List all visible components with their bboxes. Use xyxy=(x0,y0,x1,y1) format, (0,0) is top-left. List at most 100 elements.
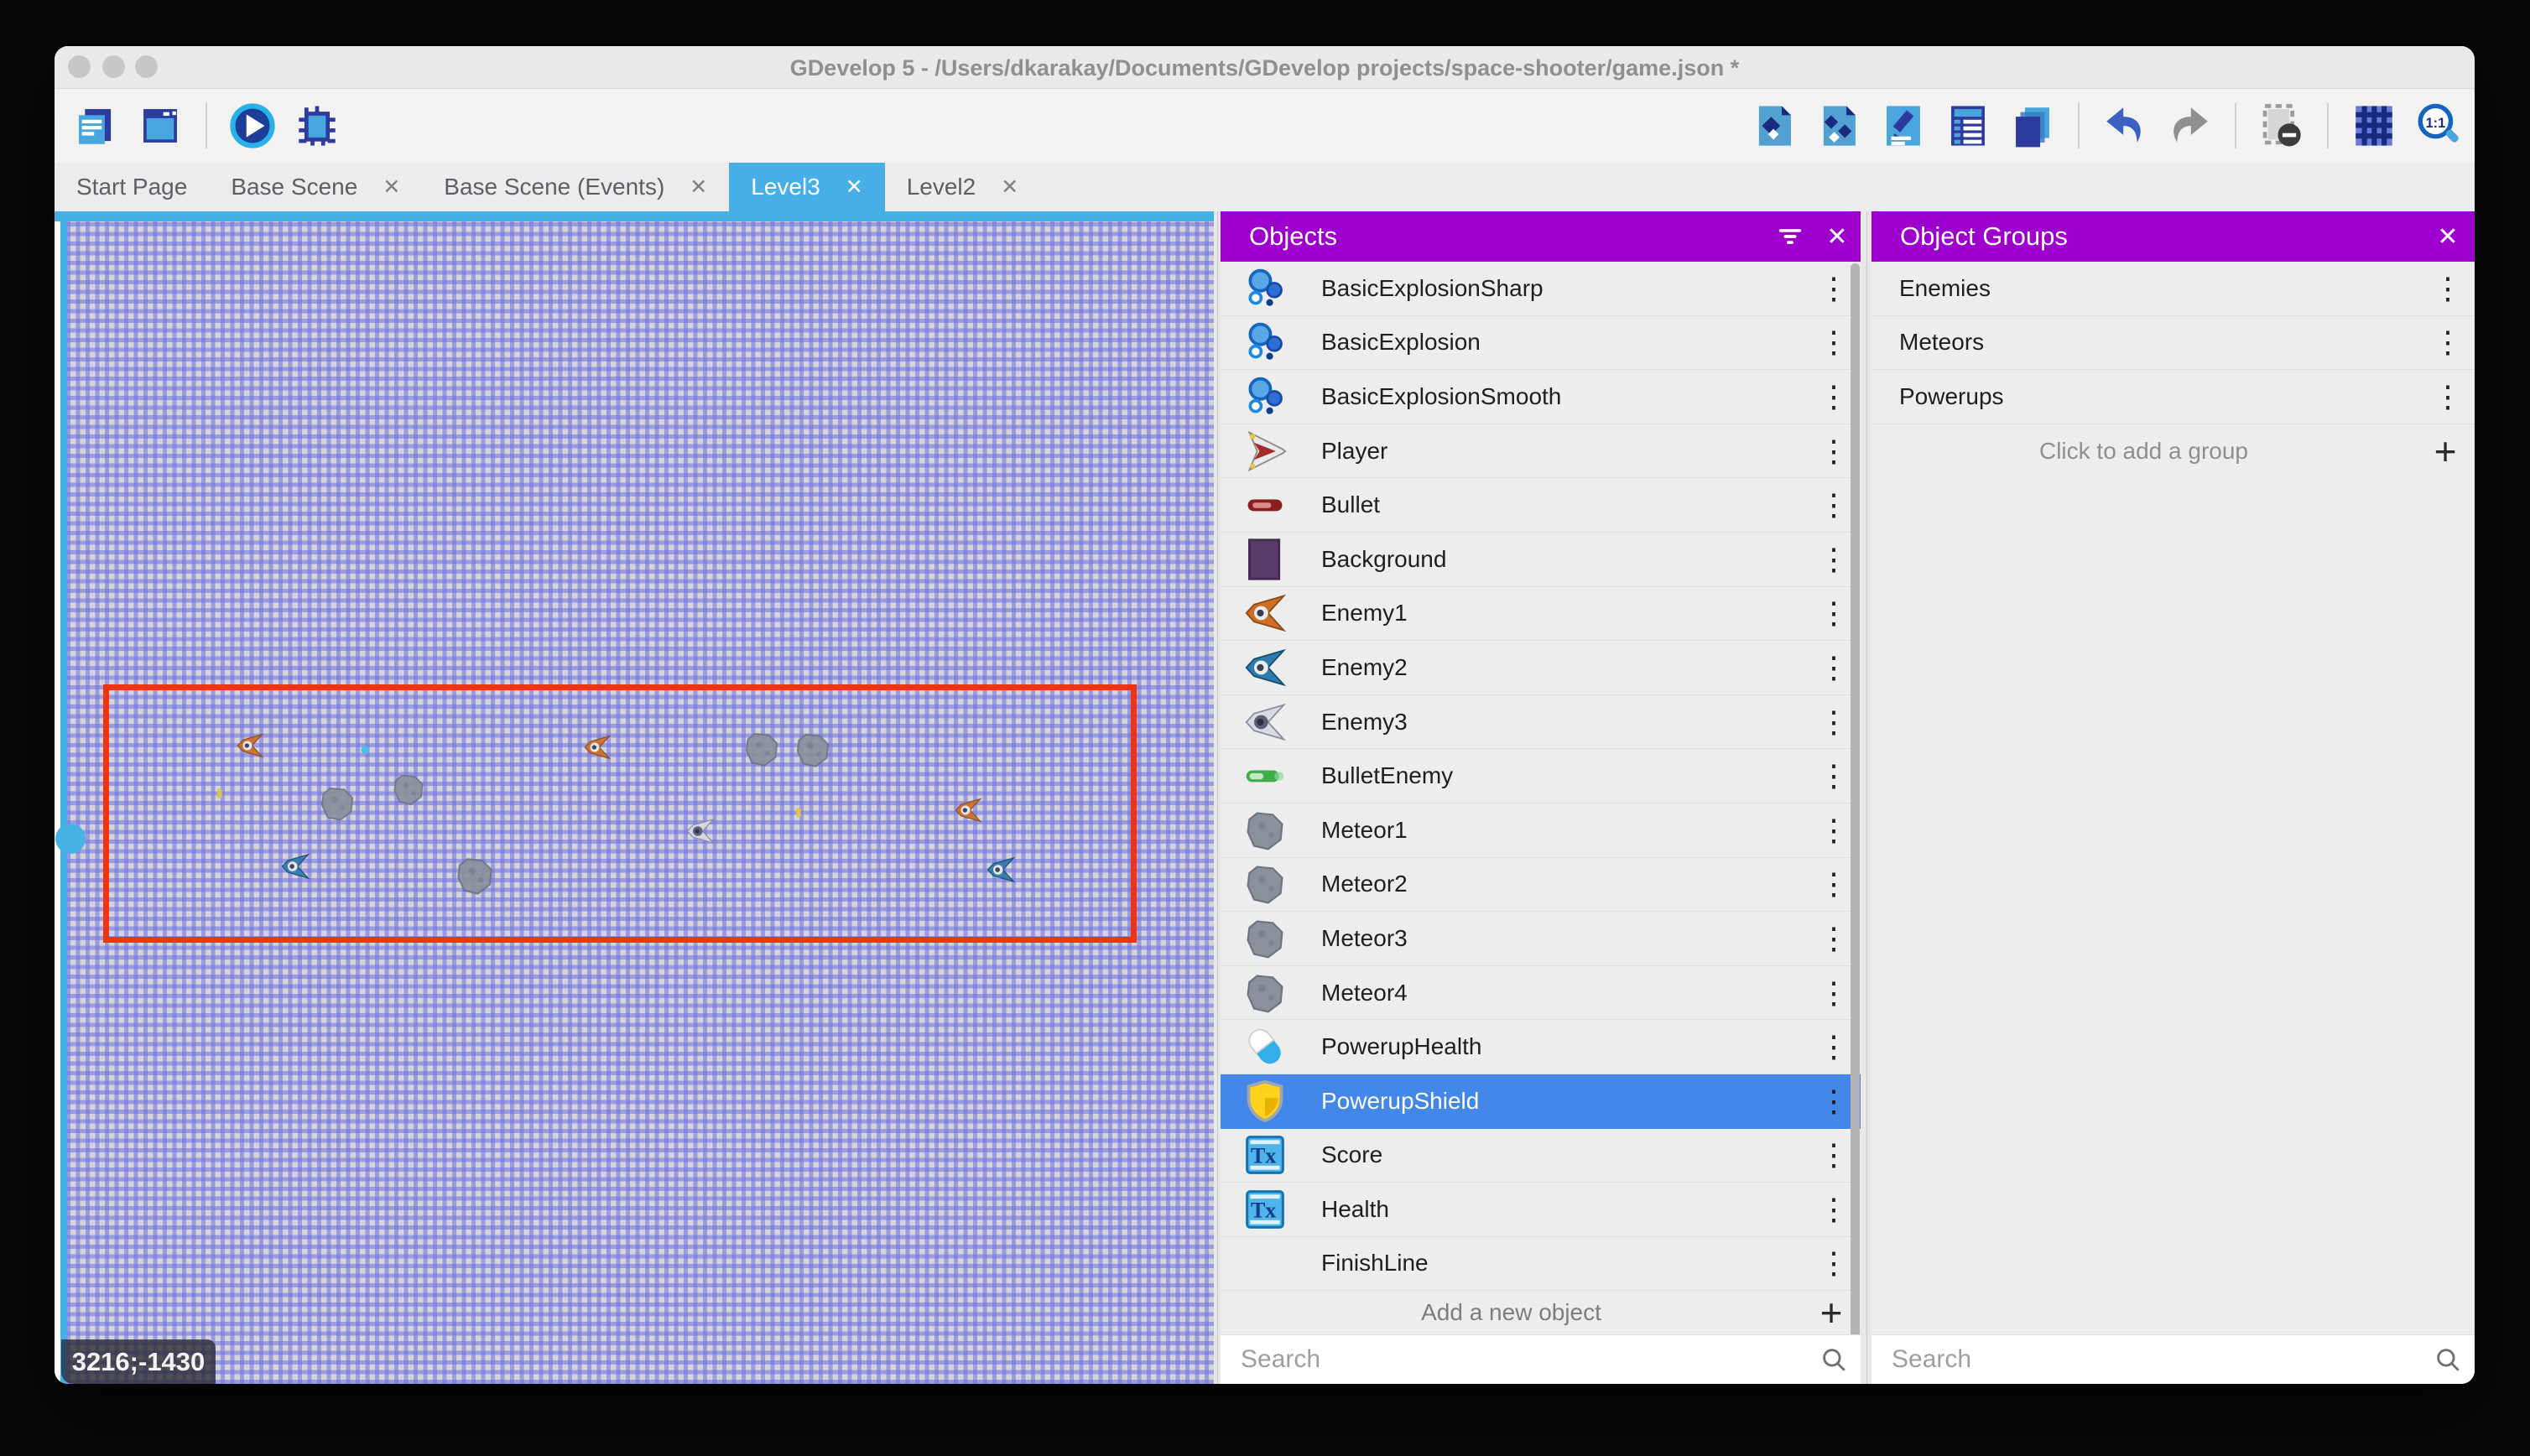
enemy1-sprite-icon xyxy=(583,733,612,762)
object-row-Meteor4[interactable]: Meteor4⋮ xyxy=(1221,966,1861,1021)
sprite-dot-cyan[interactable] xyxy=(361,743,369,751)
group-row-Enemies[interactable]: Enemies⋮ xyxy=(1871,262,2475,316)
tab-level2[interactable]: Level2✕ xyxy=(885,163,1040,211)
play-preview-button[interactable] xyxy=(226,100,279,152)
object-row-Background[interactable]: Background⋮ xyxy=(1221,533,1861,587)
tab-level3[interactable]: Level3✕ xyxy=(729,163,884,211)
objects-panel-scrollbar-thumb[interactable] xyxy=(1851,263,1860,1352)
meteor-icon xyxy=(1242,916,1288,961)
objects-search-input[interactable] xyxy=(1239,1344,1807,1375)
group-row-Powerups[interactable]: Powerups⋮ xyxy=(1871,370,2475,424)
scene-editor-canvas[interactable]: 3216;-1430 xyxy=(55,211,1214,1384)
object-row-Meteor3[interactable]: Meteor3⋮ xyxy=(1221,912,1861,966)
sprite-meteor[interactable] xyxy=(794,731,832,769)
canvas-panel-divider[interactable] xyxy=(1214,211,1221,1384)
properties-button[interactable] xyxy=(1877,100,1929,152)
object-row-BasicExplosionSmooth[interactable]: BasicExplosionSmooth⋮ xyxy=(1221,370,1861,424)
object-row-Enemy2[interactable]: Enemy2⋮ xyxy=(1221,641,1861,695)
sprite-enemy3[interactable] xyxy=(685,816,716,846)
tab-close-button[interactable]: ✕ xyxy=(383,174,400,200)
tab-label: Base Scene (Events) xyxy=(444,174,664,200)
window-mask-button[interactable] xyxy=(2256,100,2308,152)
redo-button[interactable] xyxy=(2163,100,2215,152)
objects-search-bar xyxy=(1221,1334,1861,1384)
open-window-icon xyxy=(136,101,185,150)
sprite-meteor[interactable] xyxy=(742,730,781,768)
objects-panel-title: Objects xyxy=(1249,221,1767,252)
object-row-BulletEnemy[interactable]: BulletEnemy⋮ xyxy=(1221,749,1861,803)
bullet-enemy-icon xyxy=(1242,753,1288,798)
sprite-enemy1[interactable] xyxy=(954,796,982,824)
tab-start-page[interactable]: Start Page xyxy=(55,163,209,211)
sprite-enemy1[interactable] xyxy=(236,731,264,760)
sprite-enemy2[interactable] xyxy=(986,855,1016,885)
instances-list-button[interactable] xyxy=(1942,100,1994,152)
debug-button[interactable] xyxy=(291,100,343,152)
object-groups-editor-button[interactable] xyxy=(1813,100,1865,152)
tab-label: Base Scene xyxy=(231,174,357,200)
object-row-BasicExplosion[interactable]: BasicExplosion⋮ xyxy=(1221,316,1861,371)
object-row-BasicExplosionSharp[interactable]: BasicExplosionSharp⋮ xyxy=(1221,262,1861,316)
meteor-sprite-icon xyxy=(454,855,496,897)
properties-icon xyxy=(1879,101,1928,150)
object-row-Health[interactable]: TxHealth⋮ xyxy=(1221,1183,1861,1237)
groups-search-input[interactable] xyxy=(1890,1344,2421,1375)
undo-icon xyxy=(2101,101,2149,150)
objects-editor-button[interactable] xyxy=(1748,100,1800,152)
tab-base-scene[interactable]: Base Scene ✕ xyxy=(209,163,422,211)
add-group-button[interactable]: Click to add a group+ xyxy=(1871,424,2475,478)
object-row-Meteor2[interactable]: Meteor2⋮ xyxy=(1221,858,1861,913)
meteor-sprite-icon xyxy=(391,772,426,807)
tab-close-button[interactable]: ✕ xyxy=(846,174,863,200)
tab-base-scene-events-[interactable]: Base Scene (Events) ✕ xyxy=(422,163,729,211)
canvas-vertical-scrollbar-thumb[interactable] xyxy=(55,824,86,854)
group-row-Meteors[interactable]: Meteors⋮ xyxy=(1871,316,2475,371)
layers-editor-button[interactable] xyxy=(2007,100,2059,152)
group-menu-button[interactable]: ⋮ xyxy=(2421,271,2475,306)
object-name: Meteor4 xyxy=(1321,980,1807,1006)
object-name: BasicExplosionSmooth xyxy=(1321,383,1807,410)
sprite-enemy2[interactable] xyxy=(280,851,310,881)
svg-text:1:1: 1:1 xyxy=(2426,116,2446,131)
object-row-Score[interactable]: TxScore⋮ xyxy=(1221,1129,1861,1183)
sprite-meteor[interactable] xyxy=(318,784,357,823)
filter-icon[interactable] xyxy=(1767,213,1814,260)
tab-close-button[interactable]: ✕ xyxy=(690,174,707,200)
group-menu-button[interactable]: ⋮ xyxy=(2421,379,2475,414)
tab-label: Start Page xyxy=(76,174,187,200)
open-window-button[interactable] xyxy=(134,100,186,152)
sprite-dot-yellow[interactable] xyxy=(794,808,804,819)
sprite-meteor[interactable] xyxy=(454,855,496,897)
object-name: Enemy3 xyxy=(1321,709,1807,736)
object-row-FinishLine[interactable]: FinishLine⋮ xyxy=(1221,1237,1861,1292)
panels-divider[interactable] xyxy=(1861,211,1871,1384)
undo-button[interactable] xyxy=(2099,100,2151,152)
object-name: Enemy2 xyxy=(1321,654,1807,681)
canvas-horizontal-scrollbar[interactable] xyxy=(55,211,1214,221)
toggle-grid-button[interactable] xyxy=(2348,100,2400,152)
object-row-PowerupShield[interactable]: PowerupShield⋮ xyxy=(1221,1074,1861,1129)
sprite-dot-yellow[interactable] xyxy=(215,788,226,799)
object-row-Enemy1[interactable]: Enemy1⋮ xyxy=(1221,587,1861,642)
object-row-Bullet[interactable]: Bullet⋮ xyxy=(1221,478,1861,533)
group-name: Meteors xyxy=(1899,329,2421,356)
object-row-Player[interactable]: Player⋮ xyxy=(1221,424,1861,479)
tab-close-button[interactable]: ✕ xyxy=(1001,174,1018,200)
zoom-1-1-button[interactable]: 1:1 xyxy=(2413,100,2465,152)
object-row-Enemy3[interactable]: Enemy3⋮ xyxy=(1221,695,1861,750)
close-icon[interactable]: ✕ xyxy=(2424,213,2471,260)
add-new-object-button[interactable]: Add a new object+ xyxy=(1221,1291,1861,1334)
meteor-sprite-icon xyxy=(318,784,357,823)
object-row-Meteor1[interactable]: Meteor1⋮ xyxy=(1221,803,1861,858)
objects-panel-header: Objects ✕ xyxy=(1221,211,1861,262)
project-manager-button[interactable] xyxy=(70,100,122,152)
group-menu-button[interactable]: ⋮ xyxy=(2421,325,2475,360)
sprite-meteor[interactable] xyxy=(391,772,426,807)
toolbar-divider xyxy=(206,103,207,148)
object-row-PowerupHealth[interactable]: PowerupHealth⋮ xyxy=(1221,1020,1861,1074)
project-manager-icon xyxy=(71,101,120,150)
canvas-vertical-scrollbar[interactable] xyxy=(60,221,67,1384)
object-name: Enemy1 xyxy=(1321,600,1807,627)
close-icon[interactable]: ✕ xyxy=(1814,213,1861,260)
sprite-enemy1[interactable] xyxy=(583,733,612,762)
